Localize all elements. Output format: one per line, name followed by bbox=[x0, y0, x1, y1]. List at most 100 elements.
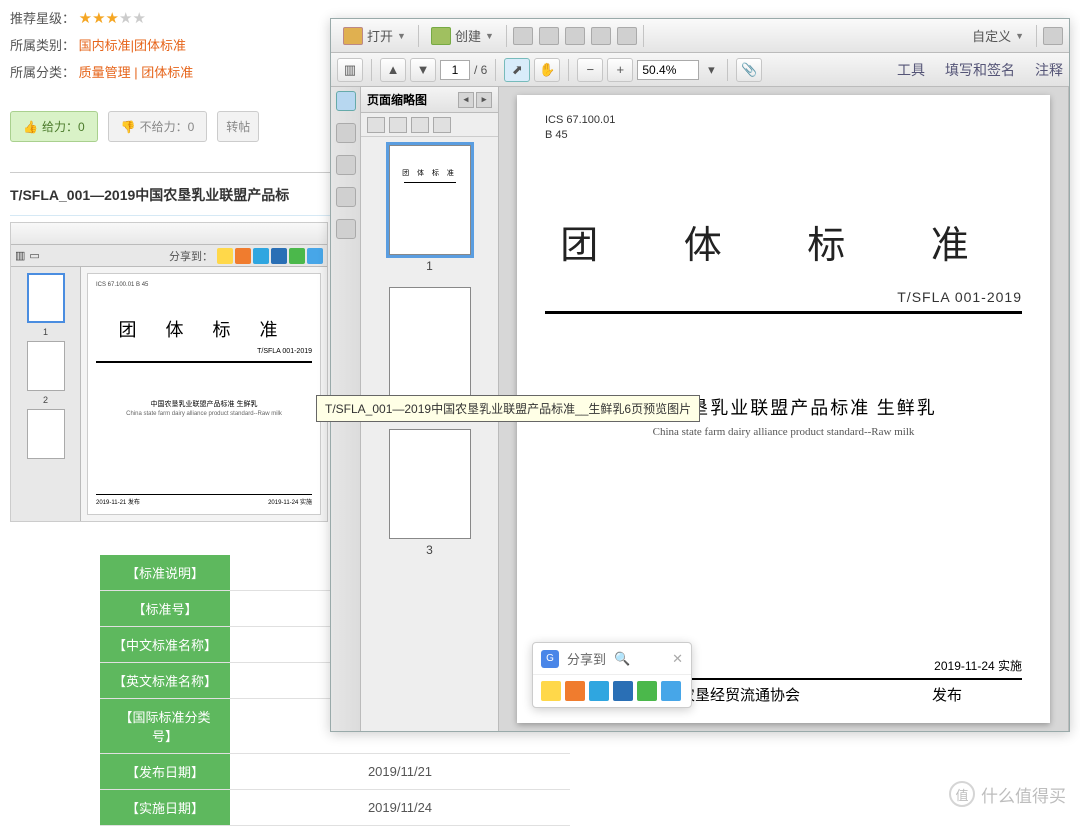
page-total: / 6 bbox=[474, 63, 487, 77]
rating-row: 推荐星级： ★★★★★ bbox=[10, 8, 330, 27]
share-favorite-icon[interactable] bbox=[541, 681, 561, 701]
table-value: 2019/11/24 bbox=[230, 790, 570, 826]
page-down-button[interactable]: ▼ bbox=[410, 58, 436, 82]
mini-thumb-num: 2 bbox=[43, 395, 48, 405]
share-qq-icon[interactable] bbox=[589, 681, 609, 701]
thumbpane-prev-icon[interactable]: ◂ bbox=[458, 92, 474, 108]
pdf-thumbnail[interactable]: 团 体 标 准 bbox=[389, 145, 471, 255]
pdf-thumbnail[interactable] bbox=[389, 429, 471, 539]
export-icon[interactable] bbox=[565, 27, 585, 45]
page-heading: 团 体 标 准 bbox=[545, 214, 1022, 269]
share-weibo-icon[interactable] bbox=[565, 681, 585, 701]
share-popup: G 分享到 🔍 ✕ bbox=[532, 642, 692, 708]
table-row: 【发布日期】2019/11/21 bbox=[100, 754, 570, 790]
mini-page-code: T/SFLA 001-2019 bbox=[96, 348, 312, 355]
bookmark-icon[interactable] bbox=[336, 123, 356, 143]
pdf-thumbnail[interactable] bbox=[389, 287, 471, 397]
table-value: 2019/11/21 bbox=[230, 754, 570, 790]
sidebar-toggle-button[interactable]: ▥ bbox=[337, 58, 363, 82]
table-key: 【中文标准名称】 bbox=[100, 627, 230, 663]
print-icon[interactable] bbox=[591, 27, 611, 45]
zoom-level-input[interactable] bbox=[637, 60, 699, 80]
star-icon: ★ bbox=[92, 10, 105, 27]
create-menu[interactable]: 创建▼ bbox=[425, 23, 500, 48]
mini-thumb[interactable] bbox=[27, 273, 65, 323]
mini-thumb[interactable] bbox=[27, 409, 65, 459]
thumb-print-icon[interactable] bbox=[389, 117, 407, 133]
table-key: 【标准说明】 bbox=[100, 555, 230, 591]
page-up-button[interactable]: ▲ bbox=[380, 58, 406, 82]
forward-label: 转帖 bbox=[226, 120, 250, 134]
share-wechat-icon[interactable] bbox=[289, 248, 305, 264]
customize-menu[interactable]: 自定义▼ bbox=[966, 23, 1030, 48]
star-icon: ★ bbox=[132, 10, 145, 27]
signature-icon[interactable] bbox=[336, 187, 356, 207]
help-icon[interactable] bbox=[1043, 27, 1063, 45]
pdf-menubar: 打开▼ 创建▼ 自定义▼ bbox=[331, 19, 1069, 53]
image-tooltip: T/SFLA_001—2019中国农垦乳业联盟产品标准__生鲜乳6页预览图片 bbox=[316, 395, 700, 422]
thumbs-down-icon: 👎 bbox=[121, 120, 136, 134]
mini-pdf-preview: ▥ ▭ 分享到： 1 2 ICS 67.100.01 B 45 bbox=[10, 222, 328, 522]
class-value[interactable]: 质量管理 | 团体标准 bbox=[79, 65, 194, 80]
vote-bar: 👍给力：0 👎不给力：0 转帖 bbox=[10, 111, 330, 142]
page-pub-action: 发布 bbox=[932, 684, 962, 705]
select-tool-button[interactable]: ⬈ bbox=[504, 58, 530, 82]
mini-page-sub-en: China state farm dairy alliance product … bbox=[96, 411, 312, 417]
search-icon[interactable]: 🔍 bbox=[614, 651, 630, 667]
forward-button[interactable]: 转帖 bbox=[217, 111, 259, 142]
thumbnails-icon[interactable] bbox=[336, 91, 356, 111]
page-thumb-icon[interactable]: ▥ bbox=[15, 249, 25, 262]
downvote-button[interactable]: 👎不给力：0 bbox=[108, 111, 208, 142]
page-subtitle-en: China state farm dairy alliance product … bbox=[545, 426, 1022, 438]
mini-thumb[interactable] bbox=[27, 341, 65, 391]
share-favorite-icon[interactable] bbox=[217, 248, 233, 264]
upvote-button[interactable]: 👍给力：0 bbox=[10, 111, 98, 142]
zoom-dropdown-icon[interactable]: ▾ bbox=[703, 58, 719, 82]
google-translate-icon[interactable]: G bbox=[541, 650, 559, 668]
document-title: T/SFLA_001—2019中国农垦乳业联盟产品标 bbox=[10, 172, 330, 216]
share-renren-icon[interactable] bbox=[613, 681, 633, 701]
chevron-down-icon: ▼ bbox=[397, 31, 406, 41]
class-row: 所属分类： 质量管理 | 团体标准 bbox=[10, 62, 330, 81]
email-icon[interactable] bbox=[539, 27, 559, 45]
mini-share-bar: ▥ ▭ 分享到： bbox=[11, 245, 327, 267]
share-popup-title: 分享到 bbox=[567, 649, 606, 668]
attach-icon[interactable]: 📎 bbox=[736, 58, 762, 82]
thumb-delete-icon[interactable] bbox=[411, 117, 429, 133]
thumb-view-icon[interactable] bbox=[367, 117, 385, 133]
zoom-in-button[interactable]: + bbox=[607, 58, 633, 82]
thumbpane-title: 页面缩略图 bbox=[367, 91, 427, 108]
sign-tab[interactable]: 填写和签名 bbox=[945, 60, 1015, 80]
create-icon bbox=[431, 27, 451, 45]
save-icon[interactable] bbox=[513, 27, 533, 45]
attachment-icon[interactable] bbox=[336, 155, 356, 175]
rating-label: 推荐星级： bbox=[10, 11, 75, 26]
share-qq-icon[interactable] bbox=[253, 248, 269, 264]
mini-page-title: 团 体 标 准 bbox=[96, 316, 312, 342]
category-value[interactable]: 国内标准|团体标准 bbox=[79, 38, 186, 53]
tools-tab[interactable]: 工具 bbox=[897, 60, 925, 80]
cloud-icon[interactable] bbox=[617, 27, 637, 45]
share-more-icon[interactable] bbox=[661, 681, 681, 701]
page-standard-code: T/SFLA 001-2019 bbox=[545, 289, 1022, 305]
bookmark-icon[interactable]: ▭ bbox=[29, 249, 39, 262]
thumbpane-close-icon[interactable]: ▸ bbox=[476, 92, 492, 108]
hand-tool-button[interactable]: ✋ bbox=[534, 58, 560, 82]
share-weibo-icon[interactable] bbox=[235, 248, 251, 264]
mini-toolbar bbox=[11, 223, 327, 245]
share-more-icon[interactable] bbox=[307, 248, 323, 264]
class-label: 所属分类： bbox=[10, 65, 75, 80]
tag-icon[interactable] bbox=[336, 219, 356, 239]
close-icon[interactable]: ✕ bbox=[672, 651, 683, 667]
thumb-rotate-icon[interactable] bbox=[433, 117, 451, 133]
share-renren-icon[interactable] bbox=[271, 248, 287, 264]
watermark-text: 什么值得买 bbox=[981, 782, 1066, 807]
annotate-tab[interactable]: 注释 bbox=[1035, 60, 1063, 80]
zoom-out-button[interactable]: − bbox=[577, 58, 603, 82]
share-wechat-icon[interactable] bbox=[637, 681, 657, 701]
page-number-input[interactable] bbox=[440, 60, 470, 80]
thumb-num: 3 bbox=[426, 543, 433, 557]
open-menu[interactable]: 打开▼ bbox=[337, 23, 412, 48]
pdf-viewer-window: 打开▼ 创建▼ 自定义▼ ▥ ▲ ▼ / 6 ⬈ ✋ − + ▾ 📎 工具 填写… bbox=[330, 18, 1070, 732]
watermark-badge: 值 bbox=[949, 781, 975, 807]
